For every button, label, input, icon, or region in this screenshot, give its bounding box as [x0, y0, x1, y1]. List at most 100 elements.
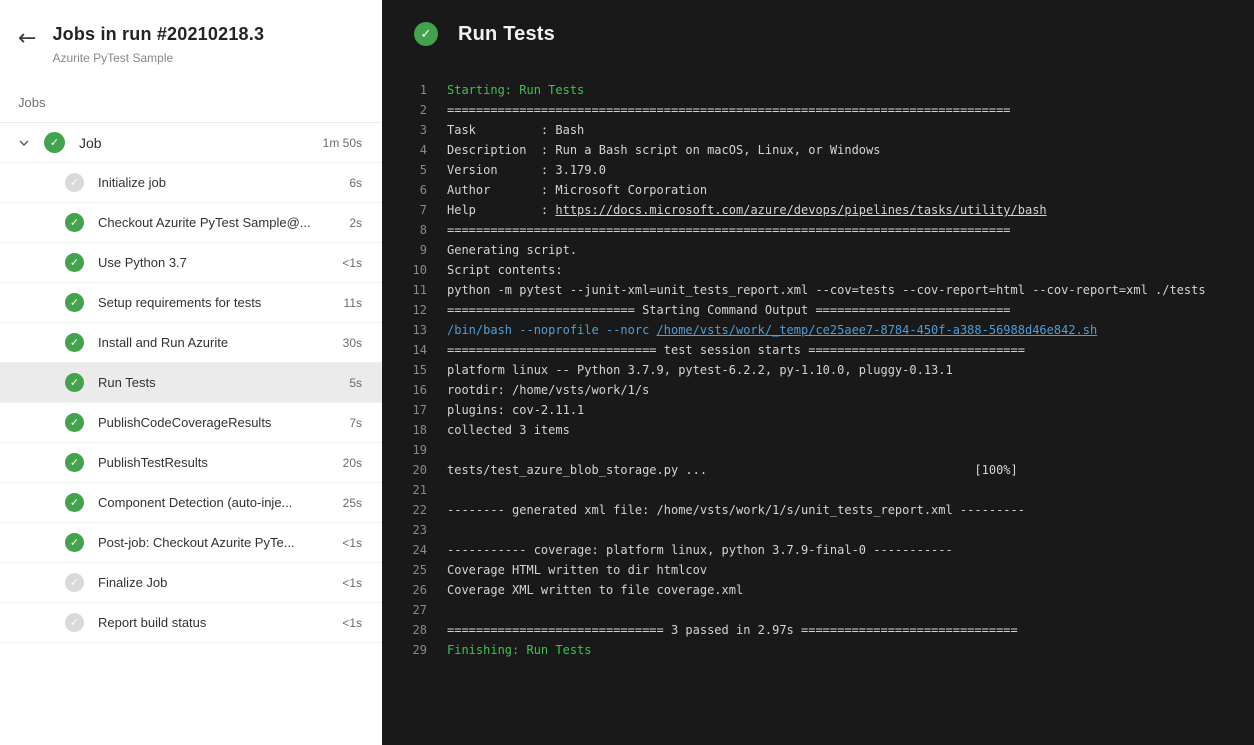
- neutral-check-icon: ✓: [65, 573, 84, 592]
- line-number[interactable]: 19: [382, 440, 427, 460]
- step-label: PublishTestResults: [98, 455, 333, 470]
- line-content: Coverage XML written to file coverage.xm…: [447, 580, 743, 600]
- log-text-segment: Script contents:: [447, 263, 563, 277]
- success-icon: ✓: [65, 333, 84, 352]
- line-number[interactable]: 27: [382, 600, 427, 620]
- log-text-segment: Version : 3.179.0: [447, 163, 606, 177]
- line-number[interactable]: 22: [382, 500, 427, 520]
- job-row[interactable]: ✓ Job 1m 50s: [0, 123, 382, 163]
- step-row[interactable]: ✓PublishCodeCoverageResults7s: [0, 403, 382, 443]
- step-row[interactable]: ✓PublishTestResults20s: [0, 443, 382, 483]
- line-number[interactable]: 11: [382, 280, 427, 300]
- step-row[interactable]: ✓Use Python 3.7<1s: [0, 243, 382, 283]
- log-line: 26 Coverage XML written to file coverage.…: [382, 580, 1254, 600]
- line-number[interactable]: 12: [382, 300, 427, 320]
- step-label: Setup requirements for tests: [98, 295, 334, 310]
- pipeline-name: Azurite PyTest Sample: [52, 51, 264, 65]
- line-content: Description : Run a Bash script on macOS…: [447, 140, 880, 160]
- line-number[interactable]: 15: [382, 360, 427, 380]
- step-row[interactable]: ✓Report build status<1s: [0, 603, 382, 643]
- run-titles: Jobs in run #20210218.3 Azurite PyTest S…: [52, 24, 264, 65]
- line-content: Version : 3.179.0: [447, 160, 606, 180]
- line-number[interactable]: 10: [382, 260, 427, 280]
- line-number[interactable]: 23: [382, 520, 427, 540]
- line-content: collected 3 items: [447, 420, 570, 440]
- line-number[interactable]: 13: [382, 320, 427, 340]
- step-label: Checkout Azurite PyTest Sample@...: [98, 215, 339, 230]
- log-line: 16 rootdir: /home/vsts/work/1/s: [382, 380, 1254, 400]
- log-line: 10 Script contents:: [382, 260, 1254, 280]
- line-number[interactable]: 7: [382, 200, 427, 220]
- line-number[interactable]: 28: [382, 620, 427, 640]
- log-text-segment: Task : Bash: [447, 123, 584, 137]
- step-row[interactable]: ✓Run Tests5s: [0, 363, 382, 403]
- step-row[interactable]: ✓Setup requirements for tests11s: [0, 283, 382, 323]
- log-text-segment: Generating script.: [447, 243, 577, 257]
- neutral-check-icon: ✓: [65, 613, 84, 632]
- log-text-segment: platform linux -- Python 3.7.9, pytest-6…: [447, 363, 953, 377]
- line-number[interactable]: 21: [382, 480, 427, 500]
- log-text-segment: Description : Run a Bash script on macOS…: [447, 143, 880, 157]
- step-row[interactable]: ✓Post-job: Checkout Azurite PyTe...<1s: [0, 523, 382, 563]
- line-number[interactable]: 17: [382, 400, 427, 420]
- success-icon: ✓: [65, 493, 84, 512]
- log-line: 22-------- generated xml file: /home/vst…: [382, 500, 1254, 520]
- step-row[interactable]: ✓Checkout Azurite PyTest Sample@...2s: [0, 203, 382, 243]
- line-number[interactable]: 26: [382, 580, 427, 600]
- log-line: 12========================== Starting Co…: [382, 300, 1254, 320]
- log-text-segment: Author : Microsoft Corporation: [447, 183, 707, 197]
- log-line: 27: [382, 600, 1254, 620]
- line-number[interactable]: 16: [382, 380, 427, 400]
- log-line: 19: [382, 440, 1254, 460]
- line-number[interactable]: 9: [382, 240, 427, 260]
- line-number[interactable]: 25: [382, 560, 427, 580]
- step-row[interactable]: ✓Finalize Job<1s: [0, 563, 382, 603]
- line-content: ----------- coverage: platform linux, py…: [447, 540, 953, 560]
- line-number[interactable]: 1: [382, 80, 427, 100]
- neutral-check-icon: ✓: [65, 173, 84, 192]
- log-text-segment: collected 3 items: [447, 423, 570, 437]
- line-number[interactable]: 14: [382, 340, 427, 360]
- log-line: 20tests/test_azure_blob_storage.py ... […: [382, 460, 1254, 480]
- chevron-down-icon[interactable]: [18, 137, 44, 149]
- step-label: Initialize job: [98, 175, 339, 190]
- step-duration: <1s: [342, 256, 362, 270]
- success-icon: ✓: [65, 213, 84, 232]
- line-number[interactable]: 18: [382, 420, 427, 440]
- log-line: 5 Version : 3.179.0: [382, 160, 1254, 180]
- log-link[interactable]: https://docs.microsoft.com/azure/devops/…: [555, 203, 1046, 217]
- log-text-segment: python -m pytest --junit-xml=unit_tests_…: [447, 283, 1206, 297]
- step-duration: 7s: [349, 416, 362, 430]
- line-content: plugins: cov-2.11.1: [447, 400, 584, 420]
- log-line: 28 ============================== 3 passe…: [382, 620, 1254, 640]
- back-arrow-icon[interactable]: ←: [18, 24, 42, 50]
- success-icon: ✓: [65, 373, 84, 392]
- line-number[interactable]: 5: [382, 160, 427, 180]
- line-number[interactable]: 20: [382, 460, 427, 480]
- line-number[interactable]: 8: [382, 220, 427, 240]
- line-number[interactable]: 3: [382, 120, 427, 140]
- line-number[interactable]: 6: [382, 180, 427, 200]
- log-text-segment: ============================= test sessi…: [447, 343, 1025, 357]
- line-content: Script contents:: [447, 260, 563, 280]
- step-row[interactable]: ✓Initialize job6s: [0, 163, 382, 203]
- step-duration: <1s: [342, 536, 362, 550]
- line-number[interactable]: 24: [382, 540, 427, 560]
- log-link[interactable]: /home/vsts/work/_temp/ce25aee7-8784-450f…: [657, 323, 1098, 337]
- line-content: ============================== 3 passed …: [447, 620, 1018, 640]
- line-number[interactable]: 29: [382, 640, 427, 660]
- line-number[interactable]: 2: [382, 100, 427, 120]
- step-row[interactable]: ✓Component Detection (auto-inje...25s: [0, 483, 382, 523]
- job-duration: 1m 50s: [323, 136, 362, 150]
- log-output: 1Starting: Run Tests2===================…: [382, 80, 1254, 660]
- log-line: 3 Task : Bash: [382, 120, 1254, 140]
- step-row[interactable]: ✓Install and Run Azurite30s: [0, 323, 382, 363]
- success-icon: ✓: [65, 253, 84, 272]
- log-line: 9 Generating script.: [382, 240, 1254, 260]
- run-title: Jobs in run #20210218.3: [52, 24, 264, 45]
- line-number[interactable]: 4: [382, 140, 427, 160]
- line-content: Author : Microsoft Corporation: [447, 180, 707, 200]
- log-text-segment: Finishing: Run Tests: [447, 643, 592, 657]
- line-content: rootdir: /home/vsts/work/1/s: [447, 380, 649, 400]
- step-duration: 25s: [343, 496, 362, 510]
